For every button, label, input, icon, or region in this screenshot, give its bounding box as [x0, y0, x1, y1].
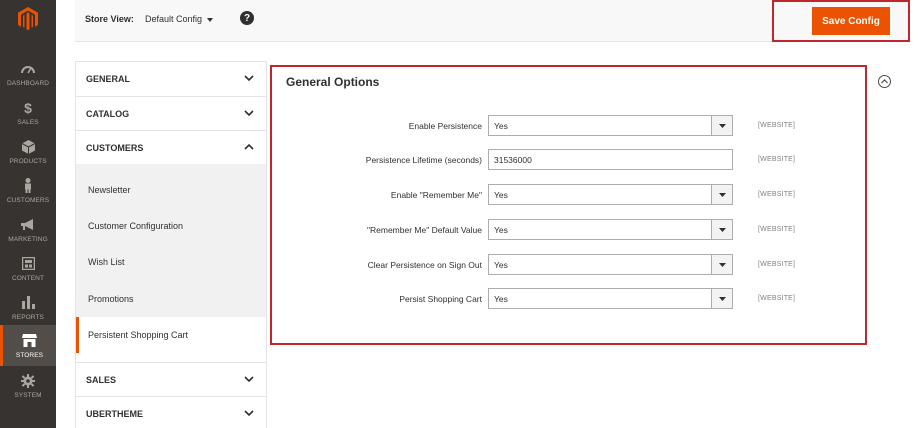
tab-label: SALES — [86, 374, 117, 385]
subitem-promotions[interactable]: Promotions — [76, 281, 266, 317]
tab-sales[interactable]: SALES — [76, 362, 266, 396]
store-icon — [22, 333, 38, 349]
field-row-persist-shopping-cart: Persist Shopping Cart Yes [WEBSITE] — [272, 288, 869, 310]
field-label: Enable "Remember Me" — [390, 190, 482, 200]
person-icon — [20, 178, 36, 194]
collapse-section-icon[interactable] — [878, 75, 891, 88]
dropdown-arrow-icon — [711, 116, 732, 135]
dropdown-arrow-icon — [711, 255, 732, 274]
field-label: Enable Persistence — [408, 121, 482, 131]
nav-item-sales[interactable]: $ SALES — [0, 93, 56, 132]
remember-me-default-select[interactable]: Yes — [488, 219, 733, 240]
select-value: Yes — [494, 224, 508, 235]
save-config-button[interactable]: Save Config — [812, 7, 890, 35]
megaphone-icon — [20, 217, 36, 233]
subitem-newsletter[interactable]: Newsletter — [76, 172, 266, 208]
dropdown-arrow-icon — [711, 220, 732, 239]
magento-logo-icon[interactable] — [0, 0, 56, 38]
config-tabs: GENERAL CATALOG CUSTOMERS Newsletter Cus… — [75, 61, 267, 428]
scope-label: [WEBSITE] — [758, 156, 796, 163]
dollar-icon: $ — [24, 99, 32, 116]
chevron-down-icon — [244, 376, 254, 383]
save-highlight-frame: Save Config — [772, 0, 910, 42]
dropdown-arrow-icon — [711, 289, 732, 308]
field-row-persistence-lifetime: Persistence Lifetime (seconds) [WEBSITE] — [272, 149, 869, 171]
field-row-enable-remember-me: Enable "Remember Me" Yes [WEBSITE] — [272, 184, 869, 206]
persistence-lifetime-input[interactable] — [488, 149, 733, 170]
dropdown-arrow-icon — [711, 185, 732, 204]
nav-item-dashboard[interactable]: DASHBOARD — [0, 54, 56, 93]
chevron-up-icon — [244, 143, 254, 150]
nav-item-content[interactable]: CONTENT — [0, 249, 56, 288]
store-view-value: Default Config — [145, 14, 203, 24]
field-label: Persist Shopping Cart — [399, 294, 482, 304]
field-row-clear-persistence: Clear Persistence on Sign Out Yes [WEBSI… — [272, 254, 869, 276]
content-icon — [20, 256, 36, 272]
caret-down-icon — [207, 14, 214, 24]
nav-item-customers[interactable]: CUSTOMERS — [0, 171, 56, 210]
enable-persistence-select[interactable]: Yes — [488, 115, 733, 136]
dashboard-icon — [20, 61, 36, 77]
subitem-wish-list[interactable]: Wish List — [76, 244, 266, 280]
scope-label: [WEBSITE] — [758, 295, 796, 302]
nav-label: SALES — [17, 118, 39, 126]
field-label: Persistence Lifetime (seconds) — [365, 155, 482, 165]
tab-label: CATALOG — [86, 108, 130, 119]
enable-remember-me-select[interactable]: Yes — [488, 184, 733, 205]
clear-persistence-select[interactable]: Yes — [488, 254, 733, 275]
customers-subitems: Newsletter Customer Configuration Wish L… — [76, 164, 266, 353]
select-value: Yes — [494, 293, 508, 304]
field-row-remember-me-default: "Remember Me" Default Value Yes [WEBSITE… — [272, 219, 869, 241]
admin-sidebar: DASHBOARD $ SALES PRODUCTS CUSTOMERS MAR… — [0, 0, 56, 428]
store-view-switcher[interactable]: Default Config — [145, 14, 214, 24]
nav-item-products[interactable]: PRODUCTS — [0, 132, 56, 171]
tab-label: CUSTOMERS — [86, 142, 144, 153]
nav-label: CUSTOMERS — [6, 196, 50, 204]
page-actions-bar: Store View: Default Config ? Save Config — [75, 0, 910, 42]
cube-icon — [20, 139, 36, 155]
general-options-section: General Options Enable Persistence Yes [… — [270, 65, 867, 345]
tab-label: GENERAL — [86, 73, 131, 84]
tab-ubertheme[interactable]: UBERTHEME — [76, 396, 266, 428]
help-icon[interactable]: ? — [240, 11, 254, 25]
scope-label: [WEBSITE] — [758, 261, 796, 268]
nav-label: REPORTS — [11, 313, 44, 321]
nav-label: STORES — [15, 351, 44, 359]
nav-label: SYSTEM — [14, 391, 42, 399]
scope-label: [WEBSITE] — [758, 226, 796, 233]
chevron-down-icon — [244, 110, 254, 117]
nav-label: PRODUCTS — [9, 157, 47, 165]
nav-item-marketing[interactable]: MARKETING — [0, 210, 56, 249]
gear-icon — [20, 373, 36, 389]
field-label: Clear Persistence on Sign Out — [367, 260, 482, 270]
tab-customers[interactable]: CUSTOMERS — [76, 130, 266, 164]
nav-item-stores[interactable]: STORES — [0, 325, 56, 366]
tab-catalog[interactable]: CATALOG — [76, 96, 266, 130]
chevron-down-icon — [244, 75, 254, 82]
field-label: "Remember Me" Default Value — [366, 225, 482, 235]
store-view-label: Store View: — [85, 14, 134, 24]
subitem-customer-configuration[interactable]: Customer Configuration — [76, 208, 266, 244]
tab-label: UBERTHEME — [86, 408, 144, 419]
nav-label: MARKETING — [8, 235, 48, 243]
select-value: Yes — [494, 189, 508, 200]
nav-label: CONTENT — [11, 274, 45, 282]
scope-label: [WEBSITE] — [758, 191, 796, 198]
bar-chart-icon — [20, 295, 36, 311]
persist-shopping-cart-select[interactable]: Yes — [488, 288, 733, 309]
chevron-down-icon — [244, 410, 254, 417]
select-value: Yes — [494, 259, 508, 270]
tab-general[interactable]: GENERAL — [76, 61, 266, 95]
section-title: General Options — [286, 75, 380, 89]
nav-label: DASHBOARD — [6, 79, 50, 87]
nav-item-reports[interactable]: REPORTS — [0, 288, 56, 327]
nav-item-system[interactable]: SYSTEM — [0, 366, 56, 405]
field-row-enable-persistence: Enable Persistence Yes [WEBSITE] — [272, 115, 869, 137]
scope-label: [WEBSITE] — [758, 122, 796, 129]
subitem-persistent-shopping-cart[interactable]: Persistent Shopping Cart — [76, 317, 266, 353]
select-value: Yes — [494, 120, 508, 131]
